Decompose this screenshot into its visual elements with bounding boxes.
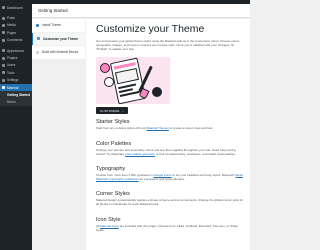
step-label: Install Theme [42, 23, 62, 28]
sidebar-item[interactable]: Dashboard [0, 4, 32, 11]
sidebar-item[interactable]: Media [0, 22, 32, 29]
sidebar-item-label: Comments [7, 38, 23, 43]
step-item[interactable]: Install Theme [32, 19, 85, 32]
step-item[interactable]: Customize your Theme [32, 32, 85, 45]
sidebar-item-label: Media [7, 23, 16, 28]
customize-button[interactable]: CUSTOMIZE › [96, 107, 128, 114]
section-link[interactable]: color palette generator [125, 152, 155, 156]
onboarding-steps: Install Theme Customize your Theme Build w… [32, 19, 85, 60]
sidebar-item-label: Posts [7, 16, 15, 21]
sidebar-item[interactable]: Pages [0, 29, 32, 36]
main-panel: Customize your Theme Get and preview you… [86, 19, 250, 250]
sidebar-item[interactable]: Comments [0, 37, 32, 44]
sidebar-subitem[interactable]: Demo [0, 98, 32, 107]
menu-icon [2, 6, 5, 10]
menu-icon [2, 56, 5, 60]
sidebar-item[interactable]: Material [0, 83, 32, 92]
sidebar-item-label: Tools [7, 70, 15, 75]
step-label: Build with Material Blocks [42, 50, 79, 55]
menu-icon [2, 38, 5, 42]
section-text-part: Start from any existing styles with our [96, 126, 147, 130]
sidebar-item-label: Dashboard [7, 5, 23, 10]
color-swatch-icon [100, 63, 110, 73]
sidebar-item-label: Settings [7, 78, 19, 83]
color-swatch-icon [152, 87, 162, 97]
sidebar-item-label: Plugins [7, 56, 18, 61]
menu-icon [2, 31, 5, 35]
admin-sidebar: Dashboard Posts Media Pages Comments Appearan… [0, 4, 32, 250]
sidebar-item-label: Material [7, 85, 19, 90]
circle-icon [36, 50, 39, 54]
intro-text: Get and preview your global theme styles… [96, 39, 241, 51]
section-text: Choose from more than 1,000 typefaces in… [96, 173, 246, 181]
section-link[interactable]: Material Themes [147, 126, 169, 130]
sidebar-item[interactable]: Appearance [0, 47, 32, 54]
step-label: Customize your Theme [43, 36, 79, 41]
menu-icon [2, 23, 5, 27]
check-circle-icon [36, 23, 39, 27]
main-heading: Customize your Theme [96, 23, 205, 35]
chevron-right-icon: › [122, 108, 124, 113]
menu-icon [2, 78, 5, 82]
section-text-part: to create a custom look and feel. [168, 126, 214, 130]
section-text: All Material Icons are included with thi… [96, 224, 246, 232]
sidebar-item[interactable]: Posts [0, 14, 32, 21]
section-text-part: Material Design systematically applies a… [96, 198, 244, 206]
section-text: Change your primary and secondary colors… [96, 148, 246, 156]
sidebar-item[interactable]: Plugins [0, 54, 32, 61]
sidebar-item-label: Appearance [7, 48, 25, 53]
customize-button-label: CUSTOMIZE [100, 108, 120, 113]
page-header: Getting Started [32, 4, 250, 18]
customize-illustration [96, 57, 170, 104]
page-title: Getting Started [38, 8, 68, 13]
section-title: Color Palettes [96, 141, 132, 147]
sidebar-subitem[interactable]: Getting Started [0, 91, 32, 99]
sidebar-item[interactable]: Settings [0, 77, 32, 84]
section-title: Corner Styles [96, 191, 130, 197]
menu-icon [2, 16, 5, 20]
section-text-part: to find complementary, analogous, and tr… [155, 152, 236, 156]
section-title: Starter Styles [96, 119, 130, 125]
section-text: Material Design systematically applies a… [96, 198, 246, 206]
menu-icon [2, 63, 5, 67]
section-title: Typography [96, 166, 126, 172]
sidebar-item[interactable]: Tools [0, 69, 32, 76]
sidebar-item-label: Pages [7, 30, 17, 35]
menu-icon [2, 86, 5, 90]
menu-icon [2, 49, 5, 53]
section-text: Start from any existing styles with our … [96, 126, 246, 130]
step-item[interactable]: Build with Material Blocks [32, 46, 85, 59]
sidebar-item[interactable]: Users [0, 62, 32, 69]
circle-icon [37, 37, 40, 41]
section-title: Icon Style [96, 217, 121, 223]
section-text-part: for expressive and bold examples. [138, 177, 186, 181]
menu-icon [2, 71, 5, 75]
sidebar-item-label: Users [7, 63, 16, 68]
